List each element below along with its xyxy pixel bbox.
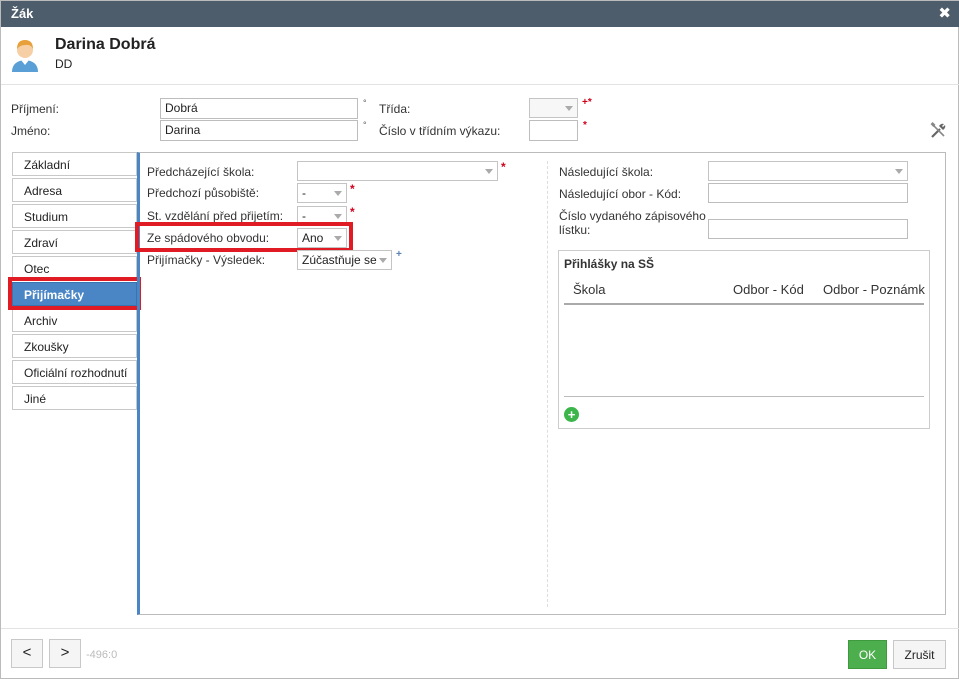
firstname-input[interactable]: Darina [160,120,358,141]
class-number-required-mark: * [583,120,587,131]
next-school-select[interactable] [708,161,908,181]
column-header-odbor-kod[interactable]: Odbor - Kód [733,282,804,297]
ticket-label-line2: lístku: [559,223,591,237]
next-field-input[interactable] [708,183,908,203]
prev-workplace-required-mark: * [350,182,355,196]
firstname-degree-mark: ° [363,120,367,130]
tab-jine[interactable]: Jiné [12,386,137,410]
surname-input[interactable]: Dobrá [160,98,358,119]
active-tab-highlight [8,277,141,310]
student-initials: DD [55,57,73,71]
tab-adresa[interactable]: Adresa [12,178,137,202]
plus-circle-icon[interactable]: + [564,407,579,422]
tab-archiv[interactable]: Archiv [12,308,137,332]
tab-zkousky[interactable]: Zkoušky [12,334,137,358]
panel-column-divider [547,161,548,607]
prev-workplace-select[interactable]: - [297,183,347,203]
result-select[interactable]: Zúčastňuje se [297,250,392,270]
student-dialog: Žák ✖ Darina Dobrá DD Příjmení: Dobrá ° … [0,0,959,679]
result-mark: + [396,249,402,260]
record-id: -496:0 [86,649,118,661]
tab-zdravi[interactable]: Zdraví [12,230,137,254]
edu-level-label: St. vzdělání před přijetím: [147,209,284,223]
class-label: Třída: [379,102,411,116]
class-select[interactable] [529,98,578,118]
footer-divider [1,628,959,629]
prev-school-label: Předcházející škola: [147,165,255,179]
surname-degree-mark: ° [363,98,367,108]
table-bottom-line [564,396,924,397]
ticket-label-line1: Číslo vydaného zápisového [559,209,706,223]
class-required-mark: +* [582,97,592,108]
ticket-input[interactable] [708,219,908,239]
prev-school-select[interactable] [297,161,498,181]
column-header-skola[interactable]: Škola [573,282,606,297]
edu-level-required-mark: * [350,205,355,219]
prev-school-required-mark: * [501,160,506,174]
student-name: Darina Dobrá [55,36,156,53]
surname-label: Příjmení: [11,102,60,116]
close-icon[interactable]: ✖ [938,4,951,22]
ok-button[interactable]: OK [848,640,887,669]
header-divider [1,84,959,85]
title-bar: Žák ✖ [1,1,959,27]
applications-box [558,250,930,429]
next-school-label: Následující škola: [559,165,654,179]
applications-title: Přihlášky na SŠ [564,257,655,271]
wrench-tools-icon[interactable] [930,122,947,139]
user-avatar-icon [12,40,38,72]
tab-zakladni[interactable]: Základní [12,152,137,176]
firstname-label: Jméno: [11,124,51,138]
tab-studium[interactable]: Studium [12,204,137,228]
tab-oficialni-rozhodnuti[interactable]: Oficiální rozhodnutí [12,360,137,384]
catchment-highlight [135,222,353,252]
next-field-label: Následující obor - Kód: [559,187,682,201]
column-header-odbor-poznamka[interactable]: Odbor - Poznámk [823,282,925,297]
table-header-line [564,303,924,305]
class-number-label: Číslo v třídním výkazu: [379,124,501,138]
next-record-button[interactable]: > [49,639,81,668]
window-title: Žák [11,6,34,21]
class-number-input[interactable] [529,120,578,141]
cancel-button[interactable]: Zrušit [893,640,946,669]
prev-workplace-label: Předchozí působiště: [147,186,260,200]
prev-record-button[interactable]: < [11,639,43,668]
result-label: Přijímačky - Výsledek: [147,253,266,267]
